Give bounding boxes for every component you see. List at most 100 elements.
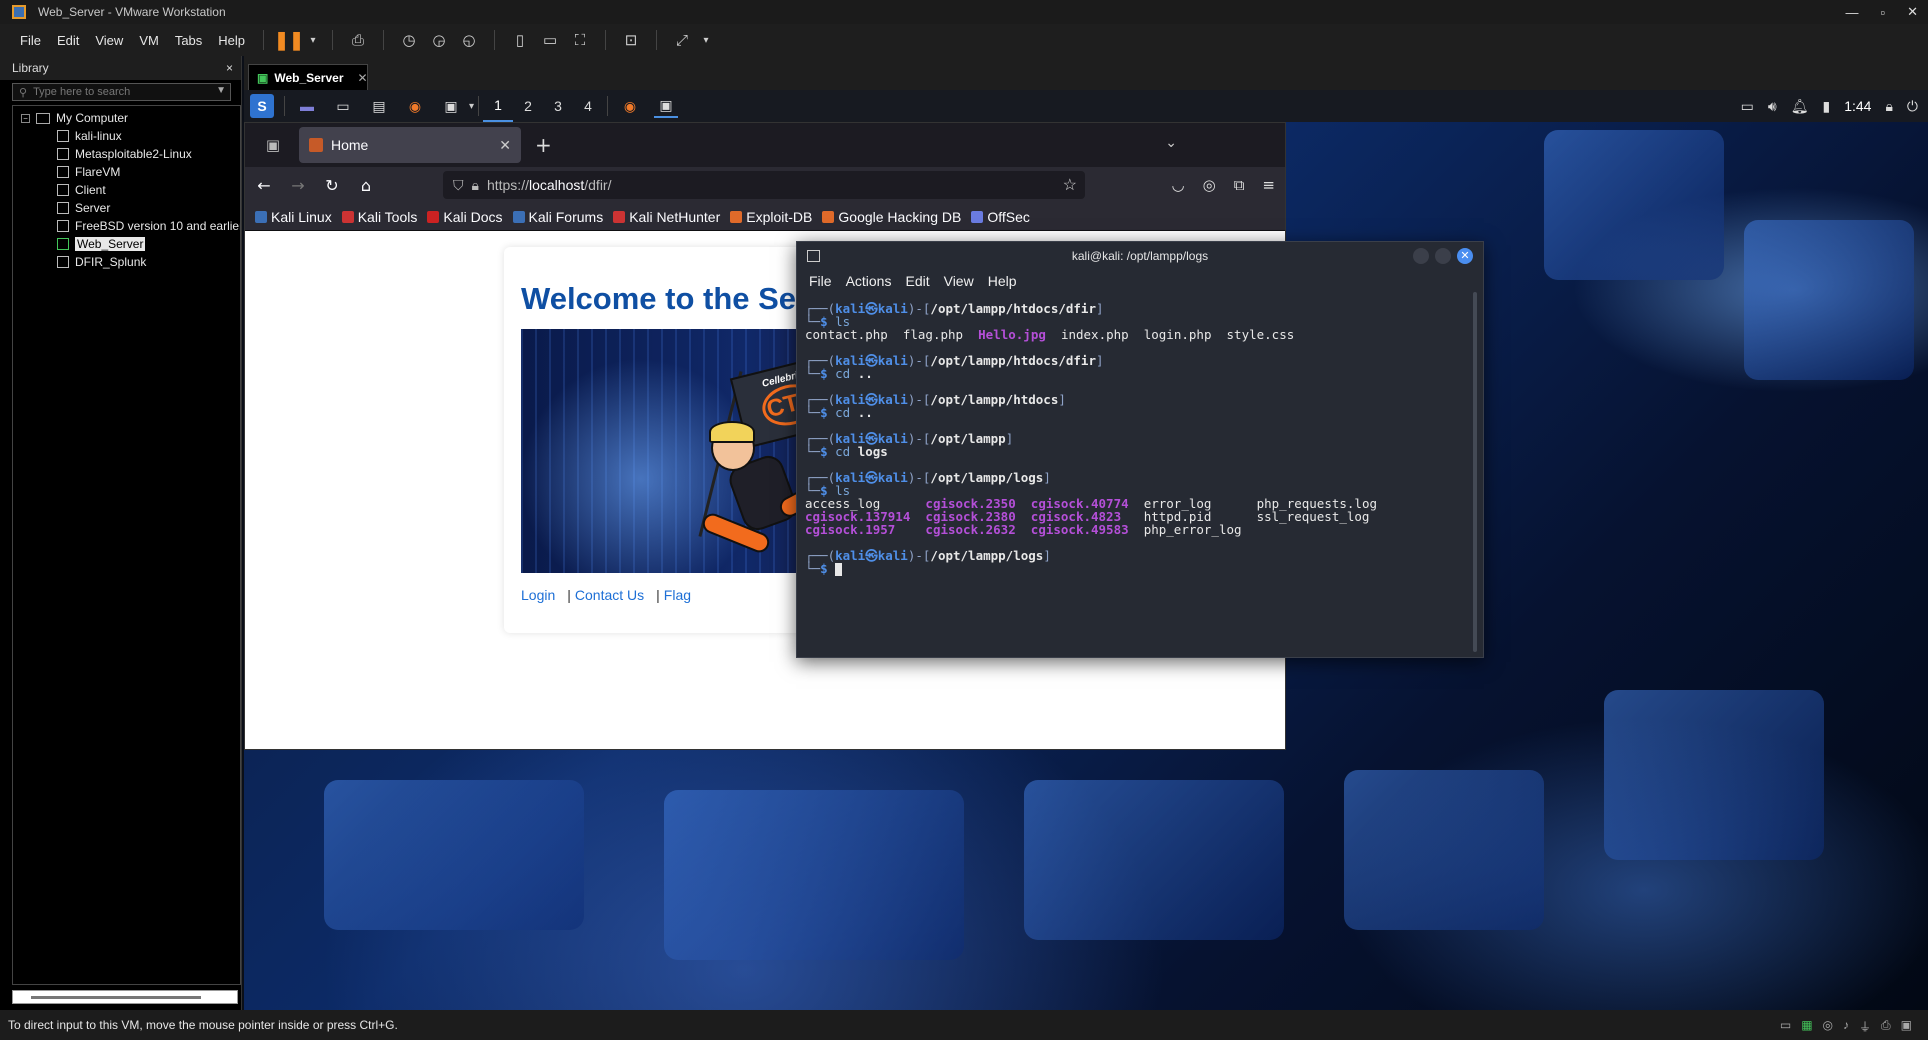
power-icon[interactable]: ⏻	[1907, 98, 1918, 115]
sound-icon[interactable]: ♪	[1843, 1018, 1849, 1035]
flag-link[interactable]: Flag	[664, 587, 691, 603]
text-editor-icon[interactable]: ▤	[367, 94, 391, 118]
close-button[interactable]: ✕	[1907, 4, 1918, 20]
terminal-menu-edit[interactable]: Edit	[905, 273, 929, 289]
chevron-down-icon[interactable]: ▾	[469, 101, 474, 112]
tree-item-flarevm[interactable]: FlareVM	[13, 163, 240, 181]
forward-icon[interactable]: →	[283, 176, 313, 195]
show-desktop-icon[interactable]: ▬	[295, 94, 319, 118]
terminal-icon[interactable]: ▣	[439, 94, 463, 118]
guest-desktop[interactable]: S ▬ ▭ ▤ ◉ ▣ ▾ 1 2 3 4 ◉ ▣ ▭ 🔊︎ 🔔︎ ▮ 1:44…	[244, 90, 1928, 1010]
terminal-task-icon[interactable]: ▣	[654, 94, 679, 118]
tree-item-kali-linux[interactable]: kali-linux	[13, 127, 240, 145]
library-close-button[interactable]: ×	[226, 61, 233, 75]
bookmark-item[interactable]: Kali Docs	[427, 209, 503, 225]
workspace-2[interactable]: 2	[513, 90, 543, 122]
lock-icon[interactable]: 🔒︎	[1885, 98, 1892, 115]
battery-icon[interactable]: ▮	[1823, 98, 1831, 115]
bookmark-item[interactable]: Kali Tools	[341, 209, 417, 225]
terminal-menu-help[interactable]: Help	[988, 273, 1017, 289]
printer-icon[interactable]: ⎙	[1881, 1018, 1891, 1035]
pause-icon[interactable]: ❚❚	[274, 29, 304, 51]
workspace-3[interactable]: 3	[543, 90, 573, 122]
chevron-down-icon[interactable]: ▼	[216, 85, 226, 96]
hard-disk-icon[interactable]: ▭	[1780, 1018, 1791, 1035]
pocket-icon[interactable]: ◡	[1172, 176, 1185, 194]
bookmark-item[interactable]: Exploit-DB	[730, 209, 812, 225]
shield-icon[interactable]: ⛉	[453, 177, 464, 194]
bookmark-item[interactable]: OffSec	[971, 209, 1030, 225]
menu-tabs[interactable]: Tabs	[167, 33, 210, 48]
thumbnail-bar-icon[interactable]: ▭	[539, 29, 561, 51]
tree-item-metasploitable2[interactable]: Metasploitable2-Linux	[13, 145, 240, 163]
vm-tab-web-server[interactable]: ▣ Web_Server ✕	[248, 64, 368, 90]
tree-item-dfir-splunk[interactable]: DFIR_Splunk	[13, 253, 240, 271]
menu-vm[interactable]: VM	[131, 33, 167, 48]
usb-icon[interactable]: ⏚	[1859, 1018, 1871, 1035]
extensions-icon[interactable]: ⧉	[1234, 176, 1245, 194]
bookmark-item[interactable]: Google Hacking DB	[822, 209, 961, 225]
bookmark-item[interactable]: Kali Linux	[255, 209, 332, 225]
terminal-title-bar[interactable]: kali@kali: /opt/lampp/logs ✕	[797, 242, 1483, 270]
volume-icon[interactable]: 🔊︎	[1768, 98, 1777, 115]
menu-edit[interactable]: Edit	[49, 33, 87, 48]
tree-item-client[interactable]: Client	[13, 181, 240, 199]
url-bar[interactable]: ⛉ 🔒︎ https://localhost/dfir/ ☆	[443, 171, 1085, 199]
lock-icon[interactable]: 🔒︎	[472, 177, 479, 194]
console-view-icon[interactable]: ⊡	[620, 29, 642, 51]
cd-rom-icon[interactable]: ◎	[1823, 1018, 1833, 1035]
snapshot-manager-icon[interactable]: ◵	[458, 29, 480, 51]
maximize-button[interactable]: ▫	[1880, 5, 1885, 20]
network-icon[interactable]: ▦	[1801, 1018, 1812, 1035]
library-horizontal-scrollbar[interactable]	[12, 990, 238, 1004]
terminal-menu-actions[interactable]: Actions	[846, 273, 892, 289]
back-icon[interactable]: ←	[249, 176, 279, 195]
contact-us-link[interactable]: Contact Us	[575, 587, 644, 603]
home-icon[interactable]: ⌂	[351, 176, 381, 195]
tree-root-my-computer[interactable]: − My Computer	[13, 109, 240, 127]
login-link[interactable]: Login	[521, 587, 555, 603]
new-tab-icon[interactable]: +	[535, 133, 552, 157]
bookmark-item[interactable]: Kali Forums	[512, 209, 603, 225]
menu-help[interactable]: Help	[210, 33, 253, 48]
collapse-icon[interactable]: −	[21, 113, 30, 123]
hamburger-menu-icon[interactable]: ≡	[1262, 176, 1275, 194]
stretch-icon[interactable]: ⤢	[671, 29, 693, 51]
snapshot-icon[interactable]: ◷	[398, 29, 420, 51]
bookmark-star-icon[interactable]: ☆	[1063, 175, 1077, 195]
firefox-view-icon[interactable]: ▣	[255, 127, 291, 163]
account-icon[interactable]: ◎	[1203, 176, 1216, 194]
kali-menu-icon[interactable]: S	[250, 94, 274, 118]
close-icon[interactable]: ✕	[1457, 248, 1473, 264]
bookmark-item[interactable]: Kali NetHunter	[613, 209, 720, 225]
minimize-button[interactable]: —	[1845, 5, 1858, 20]
maximize-button[interactable]	[1435, 248, 1451, 264]
notification-bell-icon[interactable]: 🔔︎	[1791, 98, 1809, 115]
workspace-4[interactable]: 4	[573, 90, 603, 122]
file-manager-icon[interactable]: ▭	[331, 94, 355, 118]
firefox-task-icon[interactable]: ◉	[618, 94, 642, 118]
firefox-icon[interactable]: ◉	[403, 94, 427, 118]
show-library-icon[interactable]: ▯	[509, 29, 531, 51]
scrollbar-thumb[interactable]	[31, 996, 201, 999]
terminal-scrollbar[interactable]	[1473, 292, 1477, 652]
menu-view[interactable]: View	[87, 33, 131, 48]
send-keys-icon[interactable]: ⎙	[347, 29, 369, 51]
minimize-button[interactable]	[1413, 248, 1429, 264]
display-icon[interactable]: ▭	[1741, 98, 1754, 115]
display-icon[interactable]: ▣	[1901, 1018, 1912, 1035]
tree-item-freebsd[interactable]: FreeBSD version 10 and earlier (	[13, 217, 240, 235]
library-search-input[interactable]: ⚲ Type here to search ▼	[12, 83, 231, 101]
panel-clock[interactable]: 1:44	[1844, 98, 1871, 114]
full-screen-icon[interactable]: ⛶	[569, 29, 591, 51]
reload-icon[interactable]: ↻	[317, 176, 347, 195]
browser-tab-home[interactable]: Home ✕	[299, 127, 521, 163]
terminal-menu-view[interactable]: View	[944, 273, 974, 289]
chevron-down-icon[interactable]: ▾	[701, 29, 711, 51]
close-tab-icon[interactable]: ✕	[499, 137, 511, 154]
revert-snapshot-icon[interactable]: ◶	[428, 29, 450, 51]
menu-file[interactable]: File	[12, 33, 49, 48]
workspace-1[interactable]: 1	[483, 90, 514, 122]
terminal-window[interactable]: kali@kali: /opt/lampp/logs ✕ File Action…	[796, 241, 1484, 658]
terminal-menu-file[interactable]: File	[809, 273, 832, 289]
